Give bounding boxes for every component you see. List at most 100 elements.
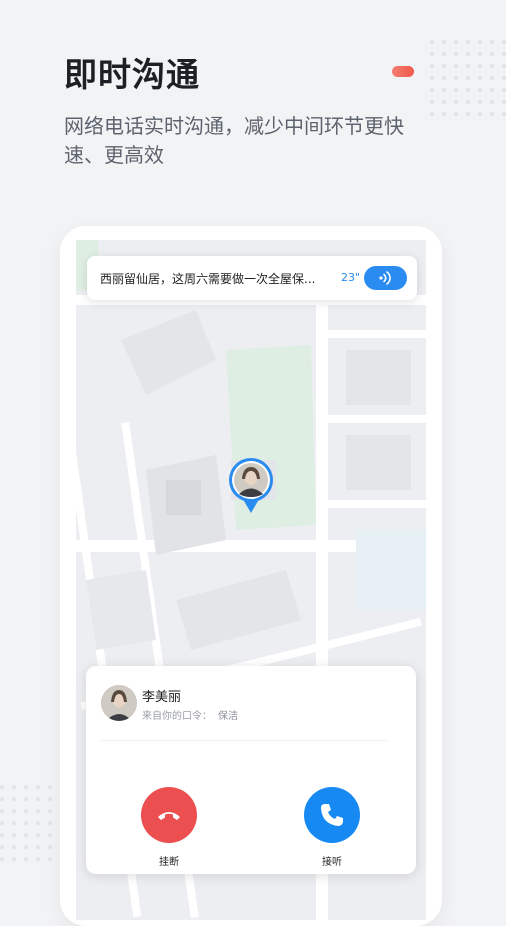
- message-duration: 23": [341, 271, 361, 284]
- page-title: 即时沟通: [64, 55, 200, 94]
- decor-dot: [466, 52, 470, 56]
- decor-dot: [0, 857, 4, 861]
- decor-dot: [12, 797, 16, 801]
- decor-dot: [430, 100, 434, 104]
- decor-dot: [12, 809, 16, 813]
- location-pin[interactable]: [228, 457, 274, 515]
- decor-dot: [478, 112, 482, 116]
- decor-dot: [442, 88, 446, 92]
- hangup-button[interactable]: [141, 787, 197, 843]
- decor-dot: [430, 112, 434, 116]
- answer-button[interactable]: [304, 787, 360, 843]
- decor-dot: [490, 40, 494, 44]
- accent-pill: [392, 66, 414, 77]
- decor-dot: [490, 52, 494, 56]
- decor-dot: [442, 112, 446, 116]
- decor-dot: [466, 112, 470, 116]
- decor-dot: [442, 64, 446, 68]
- decor-dot: [12, 785, 16, 789]
- decor-dot: [490, 88, 494, 92]
- decor-dot: [36, 797, 40, 801]
- decor-dot: [12, 833, 16, 837]
- play-voice-button[interactable]: [364, 266, 407, 290]
- decor-dot: [466, 76, 470, 80]
- decor-dot: [48, 833, 52, 837]
- decor-dot: [12, 857, 16, 861]
- decor-dot: [442, 40, 446, 44]
- decor-dot: [430, 64, 434, 68]
- decor-dot: [502, 40, 506, 44]
- decor-dot: [454, 112, 458, 116]
- decor-dot: [0, 809, 4, 813]
- phone-icon: [321, 804, 343, 826]
- caller-source-tag: 保洁: [218, 711, 238, 722]
- decor-dot: [48, 785, 52, 789]
- voice-wave-icon: [379, 271, 391, 285]
- decor-dot: [48, 809, 52, 813]
- decor-dot: [454, 40, 458, 44]
- answer-label: 接听: [322, 857, 342, 868]
- decor-dot: [430, 52, 434, 56]
- decor-dot: [0, 833, 4, 837]
- decor-dot: [36, 833, 40, 837]
- decor-dot: [36, 857, 40, 861]
- decor-dot: [24, 809, 28, 813]
- decor-dot: [12, 845, 16, 849]
- decor-dot: [490, 64, 494, 68]
- decor-dot: [478, 64, 482, 68]
- caller-name: 李美丽: [142, 690, 182, 705]
- decor-dot: [430, 76, 434, 80]
- hangup-label: 挂断: [159, 857, 179, 868]
- decor-dot: [478, 40, 482, 44]
- hangup-icon: [158, 812, 180, 820]
- decor-dot: [36, 845, 40, 849]
- decor-dot: [454, 88, 458, 92]
- decor-dot: [48, 821, 52, 825]
- decor-dot: [478, 52, 482, 56]
- decor-dot: [0, 797, 4, 801]
- decor-dot: [24, 845, 28, 849]
- page-subtitle: 网络电话实时沟通，减少中间环节更快速、更高效: [64, 114, 404, 167]
- decor-dot: [48, 845, 52, 849]
- caller-source-label: 来自你的口令：: [142, 711, 212, 722]
- decor-dot: [490, 100, 494, 104]
- decor-dot: [454, 52, 458, 56]
- decor-dot: [0, 821, 4, 825]
- decor-dot: [466, 88, 470, 92]
- decor-dot: [36, 785, 40, 789]
- decor-dot: [478, 88, 482, 92]
- card-divider: [101, 740, 387, 741]
- decor-dot: [48, 857, 52, 861]
- voice-message-bar[interactable]: 西丽留仙居，这周六需要做一次全屋保... 23": [87, 256, 417, 300]
- decor-dot: [502, 52, 506, 56]
- decor-dot: [502, 100, 506, 104]
- decor-dot: [12, 821, 16, 825]
- decor-dot: [490, 76, 494, 80]
- decor-dot: [0, 845, 4, 849]
- decor-dot: [430, 88, 434, 92]
- decor-dot: [36, 821, 40, 825]
- decor-dot: [466, 64, 470, 68]
- decor-dot: [24, 797, 28, 801]
- caller-avatar-image: [101, 685, 137, 721]
- decor-dot: [442, 100, 446, 104]
- decor-dot: [502, 112, 506, 116]
- decor-dot: [48, 797, 52, 801]
- decor-dot: [466, 100, 470, 104]
- decor-dot: [466, 40, 470, 44]
- decor-dot: [454, 100, 458, 104]
- caller-avatar: [101, 685, 137, 721]
- decor-dot: [24, 857, 28, 861]
- decor-dot: [430, 40, 434, 44]
- decor-dot: [502, 88, 506, 92]
- decor-dot: [502, 76, 506, 80]
- decor-dot: [502, 64, 506, 68]
- decor-dot: [490, 112, 494, 116]
- decor-dot: [0, 785, 4, 789]
- decor-dot: [478, 76, 482, 80]
- decor-dot: [442, 52, 446, 56]
- decor-dot: [24, 785, 28, 789]
- decor-dot: [24, 821, 28, 825]
- map-pin-avatar-icon: [229, 458, 273, 513]
- decor-dot: [454, 64, 458, 68]
